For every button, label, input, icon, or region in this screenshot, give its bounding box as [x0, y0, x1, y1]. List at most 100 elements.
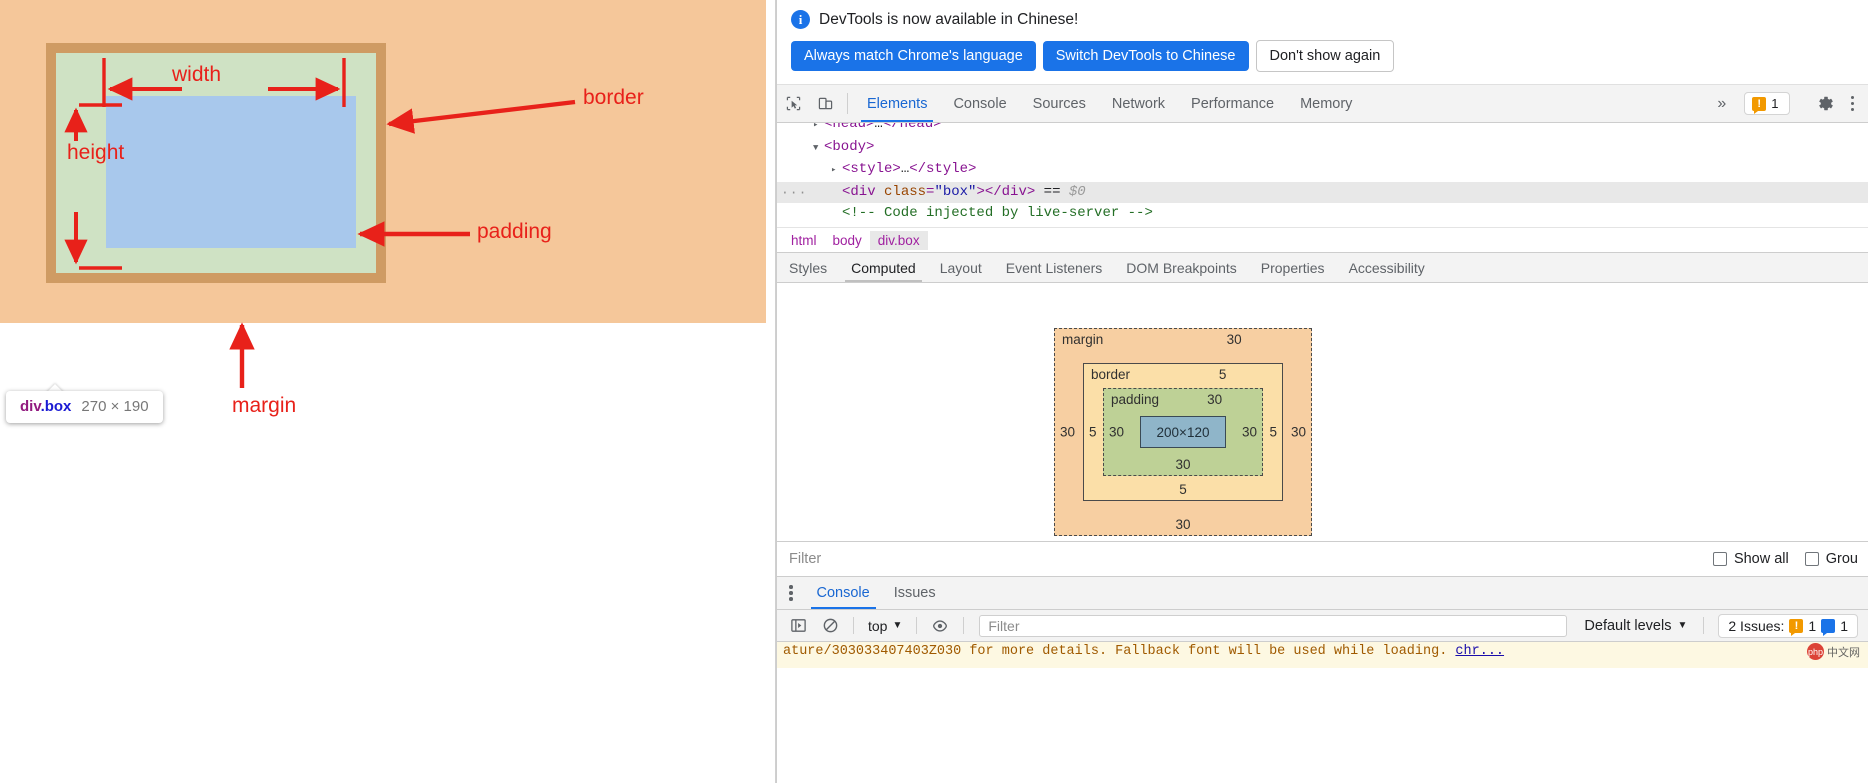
watermark-text: 中文网 [1827, 646, 1860, 659]
always-match-chrome-language-button[interactable]: Always match Chrome's language [791, 41, 1036, 71]
tab-accessibility[interactable]: Accessibility [1337, 253, 1437, 282]
tab-memory[interactable]: Memory [1287, 85, 1365, 122]
box-model-border-right[interactable]: 5 [1269, 425, 1277, 440]
console-toolbar: top ▼ Default levels ▼ [777, 610, 1868, 642]
show-all-label: Show all [1733, 551, 1789, 567]
tab-elements[interactable]: Elements [854, 85, 940, 122]
console-levels-selector[interactable]: Default levels ▼ [1576, 618, 1695, 634]
tab-layout[interactable]: Layout [928, 253, 994, 282]
inspect-tooltip-tag: div [20, 398, 41, 415]
rendered-page-pane: width height border padding margin div.b… [0, 0, 766, 783]
annotation-label-border: border [583, 86, 644, 109]
box-model-padding-label: padding [1111, 392, 1160, 407]
computed-filter-input[interactable] [787, 550, 1697, 568]
tab-sources[interactable]: Sources [1020, 85, 1099, 122]
console-toolbar-divider-3 [963, 617, 965, 634]
device-toolbar-icon[interactable] [809, 85, 841, 122]
box-model-border-left[interactable]: 5 [1089, 425, 1097, 440]
info-icon: i [791, 10, 810, 29]
box-model-content-box[interactable]: 200×120 [1140, 416, 1226, 448]
group-checkbox-box[interactable] [1804, 552, 1819, 566]
issues-info-icon [1821, 618, 1836, 636]
gear-icon[interactable] [1809, 95, 1843, 113]
box-model-diagram: margin 30 30 30 30 border 5 5 5 5 paddin… [1054, 328, 1312, 536]
issues-warning-count: 1 [1808, 617, 1817, 634]
box-model-border-bottom[interactable]: 5 [1084, 482, 1282, 497]
issues-badge[interactable]: 2 Issues: ! 1 1 [1718, 613, 1858, 638]
box-model-margin-left[interactable]: 30 [1060, 425, 1075, 440]
tab-console[interactable]: Console [940, 85, 1019, 122]
box-model-padding-right[interactable]: 30 [1242, 425, 1257, 440]
box-model-padding-top[interactable]: 30 [1167, 392, 1262, 407]
tab-performance[interactable]: Performance [1178, 85, 1287, 122]
drawer-tab-console[interactable]: Console [805, 577, 882, 609]
tab-event-listeners[interactable]: Event Listeners [994, 253, 1115, 282]
console-toolbar-divider-2 [916, 617, 918, 634]
box-model-padding-box[interactable]: padding 30 30 30 30 200×120 [1103, 388, 1263, 476]
annotation-label-padding: padding [477, 220, 552, 243]
group-checkbox[interactable]: Grou [1804, 551, 1858, 567]
warning-icon: ! [1752, 96, 1767, 114]
annotation-label-height: height [67, 141, 125, 164]
annotation-label-width: width [172, 63, 222, 86]
warning-count-badge[interactable]: ! 1 [1744, 92, 1790, 115]
watermark-icon: php [1807, 643, 1824, 660]
clear-console-icon[interactable] [815, 611, 845, 641]
dom-tree[interactable]: ▸ <head>…</head> ▼ <body> ▸ <style>…</style… [777, 123, 1868, 227]
devtools-panel: i DevTools is now available in Chinese! … [776, 0, 1868, 783]
div-box-content-area [106, 96, 356, 248]
dom-line-head[interactable]: ▸ <head>…</head> [777, 123, 1868, 137]
box-model-margin-top[interactable]: 30 [1157, 332, 1311, 347]
breadcrumb-item-html[interactable]: html [783, 231, 825, 250]
show-all-checkbox-box[interactable] [1712, 552, 1727, 566]
breadcrumb-item-body[interactable]: body [825, 231, 870, 250]
more-tabs-icon[interactable]: » [1705, 95, 1738, 113]
issues-info-count: 1 [1840, 617, 1848, 634]
panel-splitter[interactable] [766, 0, 776, 783]
dom-line-style[interactable]: ▸ <style>…</style> [777, 159, 1868, 182]
dom-line-div-box[interactable]: ··· <div class="box"></div> == $0 [777, 181, 1868, 204]
box-model-margin-bottom[interactable]: 30 [1055, 517, 1311, 532]
drawer-tabbar: Console Issues [777, 577, 1868, 610]
inspect-tooltip-class: .box [40, 398, 72, 415]
switch-devtools-to-chinese-button[interactable]: Switch DevTools to Chinese [1042, 41, 1249, 71]
tab-properties[interactable]: Properties [1249, 253, 1337, 282]
tab-dom-breakpoints[interactable]: DOM Breakpoints [1114, 253, 1248, 282]
chevron-down-icon-levels: ▼ [1677, 620, 1688, 631]
console-levels-label: Default levels [1584, 617, 1672, 634]
box-model-border-box[interactable]: border 5 5 5 5 padding 30 30 30 30 200×1… [1083, 363, 1283, 501]
box-model-border-top[interactable]: 5 [1163, 367, 1282, 382]
live-expression-icon[interactable] [925, 611, 955, 641]
devtools-tabbar: Elements Console Sources Network Perform… [777, 85, 1868, 123]
dom-line-comment[interactable]: <!-- Code injected by live-server --> [777, 203, 1868, 225]
console-toolbar-divider-1 [853, 617, 854, 634]
issues-warning-icon: ! [1789, 618, 1804, 636]
console-filter-input[interactable] [979, 614, 1568, 637]
console-drawer: Console Issues top ▼ Filter Default leve… [777, 577, 1868, 668]
show-all-checkbox[interactable]: Show all [1712, 551, 1789, 567]
dom-line-body[interactable]: ▼ <body> [777, 137, 1868, 160]
box-model-margin-box[interactable]: margin 30 30 30 30 border 5 5 5 5 paddin… [1054, 328, 1312, 536]
console-context-selector[interactable]: top ▼ [862, 618, 908, 634]
tab-computed[interactable]: Computed [839, 253, 928, 282]
toolbar-divider [847, 93, 848, 114]
box-model-margin-right[interactable]: 30 [1291, 425, 1306, 440]
box-model-padding-left[interactable]: 30 [1109, 425, 1124, 440]
console-sidebar-icon[interactable] [783, 611, 813, 641]
computed-filter-bar: Show all Grou [777, 541, 1868, 577]
console-message-link[interactable]: chr... [1455, 644, 1504, 659]
dont-show-again-button[interactable]: Don't show again [1255, 40, 1395, 72]
box-model-padding-bottom[interactable]: 30 [1104, 457, 1262, 472]
more-options-icon[interactable] [1843, 95, 1863, 112]
sidebar-tabbar: Styles Computed Layout Event Listeners D… [777, 252, 1868, 283]
computed-styles-pane: margin 30 30 30 30 border 5 5 5 5 paddin… [777, 283, 1868, 541]
tab-styles[interactable]: Styles [777, 253, 839, 282]
warning-count-label: 1 [1771, 96, 1779, 111]
drawer-tab-issues[interactable]: Issues [882, 577, 948, 609]
cursor-inspect-icon[interactable] [777, 85, 809, 122]
breadcrumb-item-div-box[interactable]: div.box [869, 230, 928, 250]
tab-network[interactable]: Network [1099, 85, 1178, 122]
drawer-more-options-icon[interactable] [777, 577, 805, 609]
dom-row-menu-icon[interactable]: ··· [781, 182, 807, 204]
console-toolbar-divider-4 [1703, 617, 1705, 634]
